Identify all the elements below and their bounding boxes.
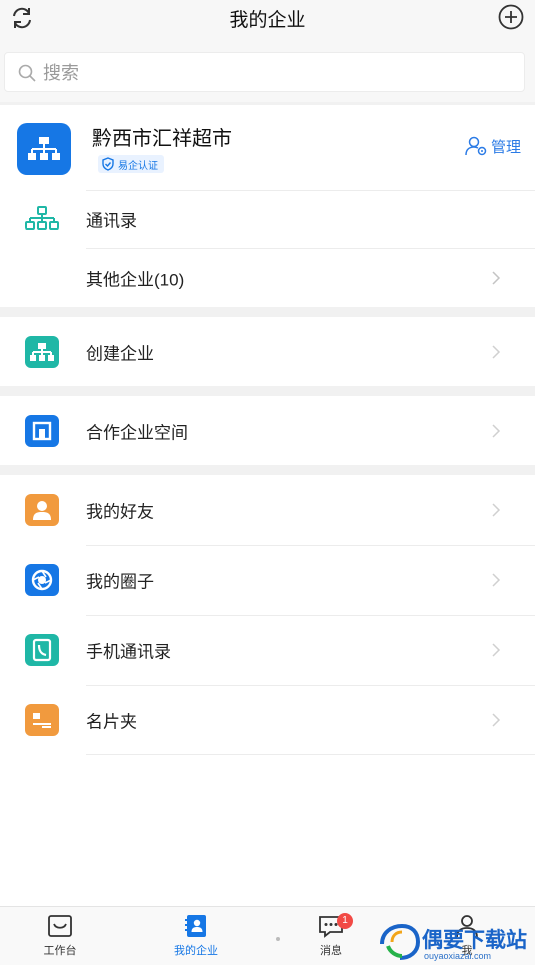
- other-companies-item[interactable]: 其他企业(10): [0, 248, 535, 307]
- coop-space-label: 合作企业空间: [86, 423, 188, 442]
- top-bar: 我的企业: [0, 0, 535, 40]
- search-input[interactable]: [43, 59, 503, 87]
- company-logo: [17, 123, 71, 175]
- phone-contacts-label: 手机通讯录: [86, 642, 171, 662]
- tab-my-company[interactable]: 我的企业: [156, 911, 236, 963]
- phone-contacts-icon: [25, 634, 59, 666]
- tab-messages[interactable]: 1 消息: [291, 911, 371, 963]
- contacts-item[interactable]: 通讯录: [0, 190, 535, 248]
- phone-contacts-item[interactable]: 手机通讯录: [0, 615, 535, 685]
- create-company-label: 创建企业: [86, 344, 154, 363]
- chevron-right-icon: [492, 713, 501, 727]
- shield-check-icon: [102, 157, 114, 171]
- manage-label: 管理: [490, 138, 521, 156]
- friend-icon: [25, 494, 59, 526]
- tab-my-company-label: 我的企业: [174, 945, 218, 957]
- search-box[interactable]: [4, 52, 525, 92]
- building-icon: [32, 421, 52, 440]
- contacts-label: 通讯录: [86, 211, 137, 231]
- page-title: 我的企业: [229, 10, 306, 31]
- add-icon[interactable]: [497, 3, 525, 31]
- user-gear-icon: [465, 136, 487, 156]
- create-company-item[interactable]: 创建企业: [0, 317, 535, 386]
- coop-space-section: 合作企业空间: [0, 396, 535, 465]
- circle-icon: [25, 564, 59, 596]
- contacts-book-icon: [185, 915, 206, 937]
- circle-item[interactable]: 我的圈子: [0, 545, 535, 615]
- create-company-icon: [25, 335, 59, 368]
- friends-item[interactable]: 我的好友: [0, 475, 535, 545]
- card-holder-item[interactable]: 名片夹: [0, 685, 535, 755]
- watermark-url: ouyaoxiazai.com: [424, 951, 492, 961]
- watermark-logo-icon: [380, 923, 421, 960]
- search-icon: [18, 64, 36, 82]
- org-chart-icon: [30, 342, 54, 361]
- company-card[interactable]: 黔西市汇祥超市 易企认证 管理 通讯录 其他企业(10): [0, 105, 535, 307]
- coop-space-item[interactable]: 合作企业空间: [0, 396, 535, 465]
- person-icon: [33, 501, 51, 520]
- circle-label: 我的圈子: [86, 572, 154, 592]
- tab-workbench-label: 工作台: [43, 945, 77, 957]
- card-holder-label: 名片夹: [86, 712, 137, 732]
- message-count-badge: 1: [337, 913, 353, 929]
- company-name: 黔西市汇祥超市: [92, 128, 232, 150]
- business-card-icon: [33, 713, 51, 728]
- chevron-right-icon: [492, 270, 501, 285]
- other-companies-label: 其他企业(10): [86, 270, 185, 289]
- card-holder-icon: [25, 704, 59, 736]
- search-area: [0, 40, 535, 102]
- chevron-right-icon: [492, 503, 501, 517]
- tab-messages-label: 消息: [320, 945, 342, 957]
- empty-area: [0, 755, 535, 906]
- dot-indicator: [276, 937, 280, 941]
- manage-button[interactable]: 管理: [464, 135, 521, 157]
- create-company-section: 创建企业: [0, 317, 535, 386]
- coop-space-icon: [25, 414, 59, 447]
- tab-workbench[interactable]: 工作台: [20, 911, 100, 963]
- aperture-icon: [31, 569, 53, 591]
- watermark-title: 偶要下载站: [422, 928, 527, 952]
- friends-label: 我的好友: [86, 502, 154, 522]
- social-section: 我的好友 我的圈子 手机通讯录 名片夹: [0, 475, 535, 755]
- org-tree-icon: [25, 206, 59, 230]
- inbox-icon: [48, 915, 72, 937]
- chevron-right-icon: [492, 423, 501, 438]
- chevron-right-icon: [492, 573, 501, 587]
- chevron-right-icon: [492, 344, 501, 359]
- watermark: 偶要下载站 ouyaoxiazai.com: [378, 918, 535, 965]
- certified-badge-label: 易企认证: [118, 160, 158, 172]
- chevron-right-icon: [492, 643, 501, 657]
- phone-book-icon: [32, 638, 52, 662]
- org-chart-icon: [28, 137, 60, 160]
- certified-badge: 易企认证: [98, 155, 164, 173]
